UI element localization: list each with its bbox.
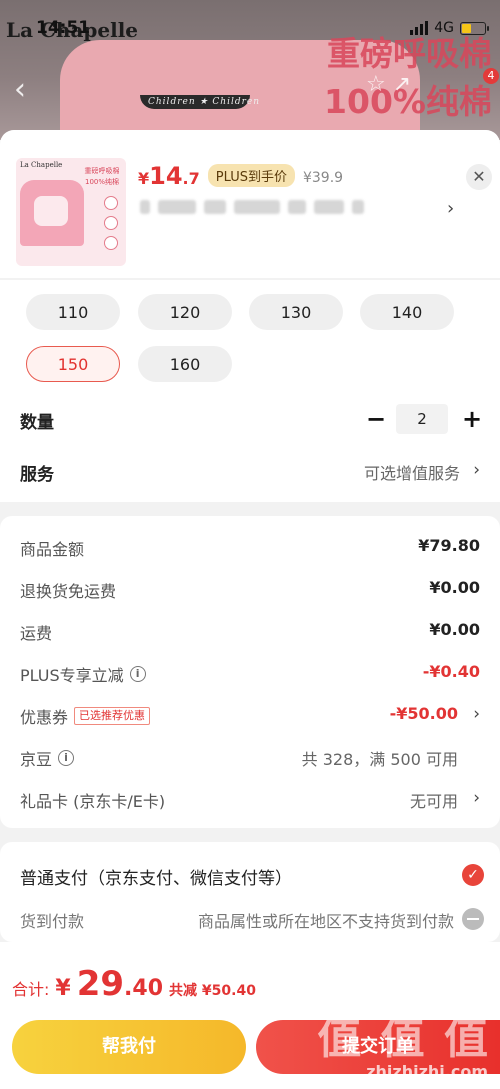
goods-amount-label: 商品金额	[20, 540, 85, 559]
total-label: 合计:	[12, 980, 50, 999]
product-banner: Children ★ Children La Chapelle 14:51 4G…	[0, 0, 500, 140]
shipping-value: ¥0.00	[429, 620, 480, 639]
size-option-130[interactable]: 130	[249, 294, 343, 330]
help-pay-button[interactable]: 帮我付	[12, 1020, 246, 1074]
chevron-right-icon[interactable]: ›	[473, 704, 480, 724]
site-watermark-url: zhizhizhi.com	[366, 1062, 488, 1081]
check-icon[interactable]: ✓	[462, 864, 484, 886]
chevron-right-icon[interactable]: ›	[473, 788, 480, 808]
goods-amount-row: 商品金额 ¥79.80	[20, 532, 480, 562]
cod-note: 商品属性或所在地区不支持货到付款	[197, 912, 454, 931]
plus-discount-label: PLUS专享立减	[20, 666, 124, 685]
plus-discount-label-wrap: PLUS专享立减 i	[20, 662, 146, 686]
info-icon[interactable]: i	[129, 666, 146, 682]
checkout-bar: 合计: ¥ 29 .40 共减 ¥50.40 帮我付 提交订单 值 值 值 zh…	[0, 942, 500, 1089]
size-option-120[interactable]: 120	[138, 294, 232, 330]
coupon-value: -¥50.00	[389, 704, 458, 723]
cart-badge: 4	[483, 68, 499, 84]
status-time: 14:51	[36, 18, 91, 38]
price-row: ¥14.7 PLUS到手价 ¥39.9	[138, 162, 343, 190]
goods-amount-value: ¥79.80	[418, 536, 480, 555]
total-dec: .40	[124, 976, 164, 1001]
product-thumbnail[interactable]: La Chapelle 重磅呼吸棉 100%纯棉	[16, 158, 126, 266]
chevron-right-icon[interactable]: ›	[473, 460, 480, 480]
shipping-label: 运费	[20, 624, 53, 643]
thumb-feature-icon	[104, 196, 118, 210]
plus-price-tag: PLUS到手价	[207, 164, 295, 187]
selected-spec-blurred[interactable]	[140, 200, 364, 214]
coupon-row[interactable]: 优惠券 已选推荐优惠 -¥50.00 ›	[20, 700, 480, 730]
size-option-160[interactable]: 160	[138, 346, 232, 382]
quantity-input[interactable]: 2	[396, 404, 448, 434]
order-total: 合计: ¥ 29 .40 共减 ¥50.40	[12, 964, 256, 1004]
favorite-share-icons[interactable]: ☆ ↗	[366, 72, 411, 97]
service-value[interactable]: 可选增值服务	[364, 460, 460, 484]
total-int: 29	[76, 964, 125, 1004]
plus-discount-value: -¥0.40	[422, 662, 480, 681]
jingdou-label-wrap: 京豆 i	[20, 746, 75, 770]
price-symbol: ¥	[138, 169, 150, 188]
gift-card-value: 无可用	[409, 792, 458, 811]
jingdou-value: 共 328，满 500 可用	[301, 750, 458, 769]
plus-discount-row: PLUS专享立减 i -¥0.40	[20, 658, 480, 688]
return-shipping-label: 退换货免运费	[20, 582, 117, 601]
info-icon[interactable]: i	[58, 750, 75, 766]
normal-payment-label[interactable]: 普通支付（京东支付、微信支付等）	[20, 864, 292, 889]
options-card: 110 120 130 140 150 160 数量 − 2 + 服务 可选增值服务 ›	[0, 280, 500, 502]
site-watermark: 值 值 值	[317, 1013, 490, 1064]
total-discount: 共减 ¥50.40	[169, 983, 256, 999]
size-option-110[interactable]: 110	[26, 294, 120, 330]
plus-price: ¥14.7	[138, 162, 200, 190]
gift-card-row[interactable]: 礼品卡 (京东卡/E卡) 无可用 ›	[20, 784, 480, 814]
increment-button[interactable]: +	[462, 405, 482, 433]
size-option-140[interactable]: 140	[360, 294, 454, 330]
cost-breakdown: 商品金额 ¥79.80 退换货免运费 ¥0.00 运费 ¥0.00 PLUS专享…	[0, 516, 500, 828]
return-shipping-row: 退换货免运费 ¥0.00	[20, 574, 480, 604]
coupon-label-wrap: 优惠券 已选推荐优惠	[20, 704, 151, 728]
decrement-button[interactable]: −	[366, 405, 386, 433]
thumb-promo: 重磅呼吸棉 100%纯棉	[84, 167, 120, 186]
size-option-150[interactable]: 150	[26, 346, 120, 382]
return-shipping-value: ¥0.00	[429, 578, 480, 597]
price-int: 14	[149, 162, 183, 190]
collar-text: Children ★ Children	[148, 97, 261, 107]
product-summary: La Chapelle 重磅呼吸棉 100%纯棉 ¥14.7 PLUS到手价 ¥…	[0, 130, 500, 278]
back-arrow-icon[interactable]: ‹	[14, 72, 26, 107]
close-icon[interactable]: ✕	[466, 164, 492, 190]
quantity-label: 数量	[20, 413, 54, 433]
coupon-tag: 已选推荐优惠	[74, 707, 151, 725]
total-symbol: ¥	[55, 976, 71, 1001]
thumb-feature-icon	[104, 216, 118, 230]
thumb-print	[34, 196, 68, 226]
thumb-brand: La Chapelle	[20, 161, 63, 169]
shipping-row: 运费 ¥0.00	[20, 616, 480, 646]
disabled-icon	[462, 908, 484, 930]
coupon-label: 优惠券	[20, 708, 69, 727]
original-price: ¥39.9	[302, 170, 344, 186]
jingdou-label: 京豆	[20, 750, 53, 769]
promo-line-1: 重磅呼吸棉	[327, 34, 492, 73]
service-label: 服务	[20, 465, 54, 485]
thumb-feature-icon	[104, 236, 118, 250]
cod-label: 货到付款	[20, 912, 85, 931]
price-dec: .7	[182, 169, 200, 188]
quantity-stepper[interactable]: − 2 +	[366, 404, 482, 434]
payment-methods: 普通支付（京东支付、微信支付等） ✓ 货到付款 商品属性或所在地区不支持货到付款	[0, 842, 500, 942]
jingdou-row: 京豆 i 共 328，满 500 可用	[20, 742, 480, 772]
chevron-right-icon[interactable]: ›	[447, 198, 454, 219]
gift-card-label: 礼品卡 (京东卡/E卡)	[20, 792, 166, 811]
